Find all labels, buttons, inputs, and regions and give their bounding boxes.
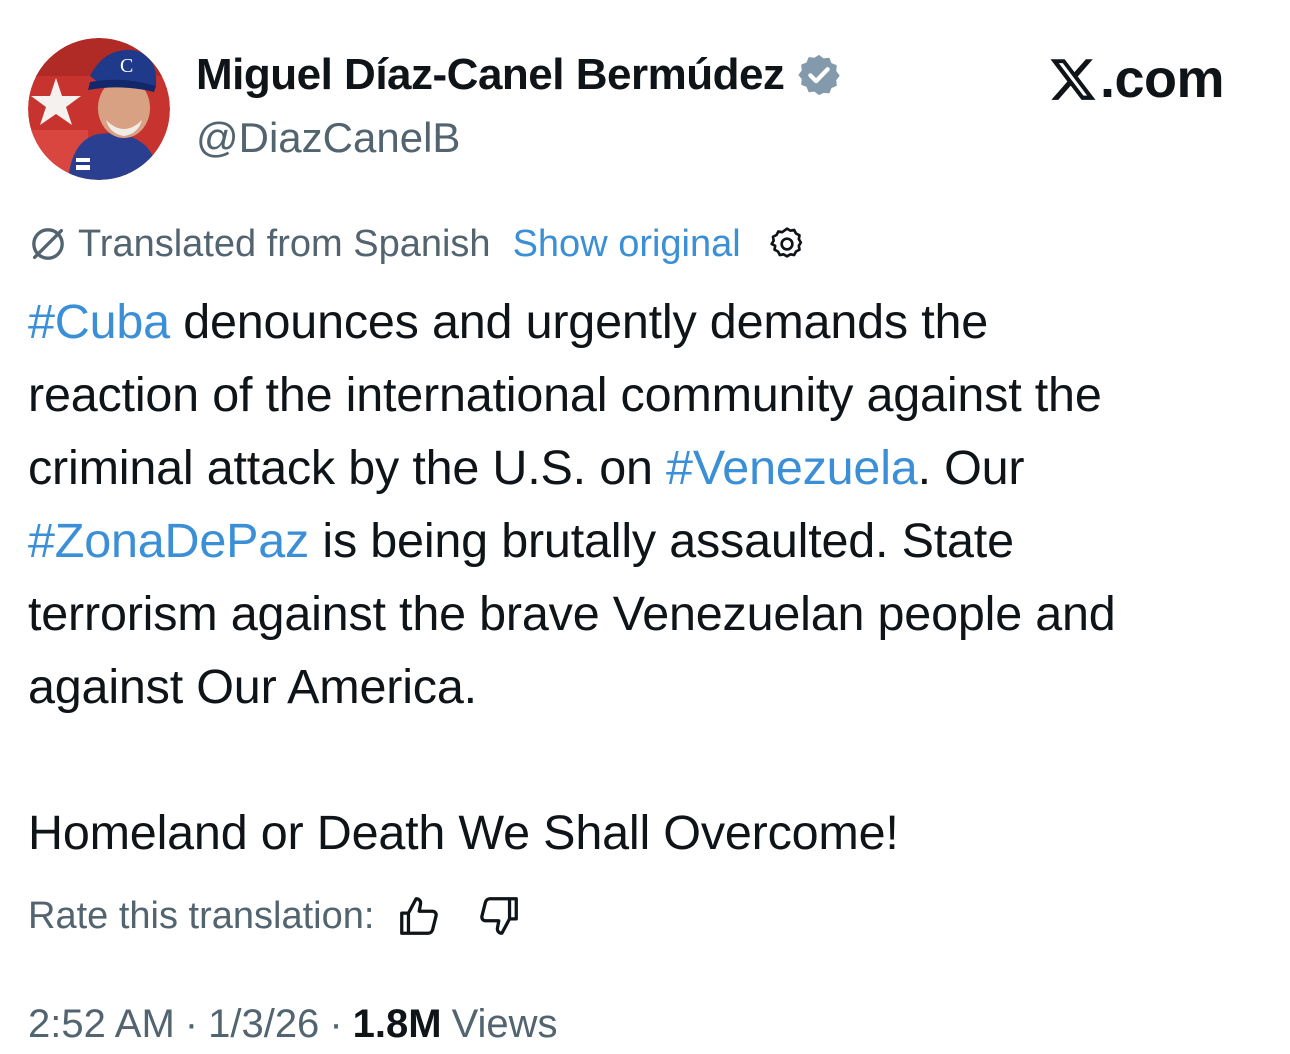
tweet-text-segment: . Our bbox=[917, 441, 1025, 495]
tweet-line: criminal attack by the U.S. on #Venezuel… bbox=[28, 432, 1278, 505]
gear-icon[interactable] bbox=[767, 224, 807, 264]
translation-bar: Translated from Spanish Show original bbox=[28, 218, 807, 270]
author-display-name[interactable]: Miguel Díaz-Canel Bermúdez bbox=[196, 50, 785, 100]
avatar-cap-letter: C bbox=[120, 55, 133, 77]
author-handle[interactable]: @DiazCanelB bbox=[196, 114, 460, 162]
tweet-meta: 2:52 AM · 1/3/26 · 1.8M Views bbox=[28, 996, 558, 1052]
hashtag-link[interactable]: #Cuba bbox=[28, 295, 170, 349]
meta-separator: · bbox=[329, 1001, 343, 1046]
tweet-line: #ZonaDePaz is being brutally assaulted. … bbox=[28, 505, 1278, 578]
views-count: 1.8M bbox=[352, 1001, 442, 1046]
translated-from-label: Translated from Spanish bbox=[78, 222, 491, 265]
tweet-text-segment: criminal attack by the U.S. on bbox=[28, 441, 667, 495]
show-original-link[interactable]: Show original bbox=[513, 223, 741, 266]
tweet-date[interactable]: 1/3/26 bbox=[208, 1002, 319, 1047]
translate-icon bbox=[32, 228, 64, 260]
tweet-time[interactable]: 2:52 AM bbox=[28, 1002, 175, 1047]
tweet-text-segment: is being brutally assaulted. State bbox=[309, 514, 1014, 568]
x-logo-icon bbox=[1050, 59, 1096, 100]
tweet-text: #Cuba denounces and urgently demands the… bbox=[28, 286, 1278, 870]
avatar-image: C bbox=[28, 38, 170, 180]
thumbs-up-icon[interactable] bbox=[396, 893, 442, 939]
meta-separator: · bbox=[184, 1001, 199, 1046]
rate-translation-label: Rate this translation: bbox=[28, 894, 375, 937]
author-display-name-row[interactable]: Miguel Díaz-Canel Bermúdez bbox=[196, 50, 842, 100]
tweet-line: terrorism against the brave Venezuelan p… bbox=[28, 587, 1116, 641]
avatar[interactable]: C bbox=[28, 38, 170, 180]
brand-label: .com bbox=[1100, 49, 1225, 109]
thumbs-down-icon[interactable] bbox=[476, 893, 522, 939]
hashtag-link[interactable]: #ZonaDePaz bbox=[28, 514, 309, 568]
tweet-line: Homeland or Death We Shall Overcome! bbox=[28, 806, 899, 860]
tweet-line: reaction of the international community … bbox=[28, 368, 1102, 422]
brand-logo: .com bbox=[1048, 48, 1225, 110]
tweet-text-segment: denounces and urgently demands the bbox=[169, 295, 989, 349]
tweet-screenshot: C Miguel Díaz-Canel Bermúdez @DiazCanelB… bbox=[0, 0, 1290, 1054]
hashtag-link[interactable]: #Venezuela bbox=[666, 441, 918, 495]
views-label: Views bbox=[451, 1001, 558, 1046]
tweet-line: #Cuba denounces and urgently demands the bbox=[28, 286, 1278, 359]
rate-translation: Rate this translation: bbox=[28, 888, 522, 944]
tweet-line: against Our America. bbox=[28, 660, 477, 714]
verified-badge-icon[interactable] bbox=[796, 52, 842, 98]
